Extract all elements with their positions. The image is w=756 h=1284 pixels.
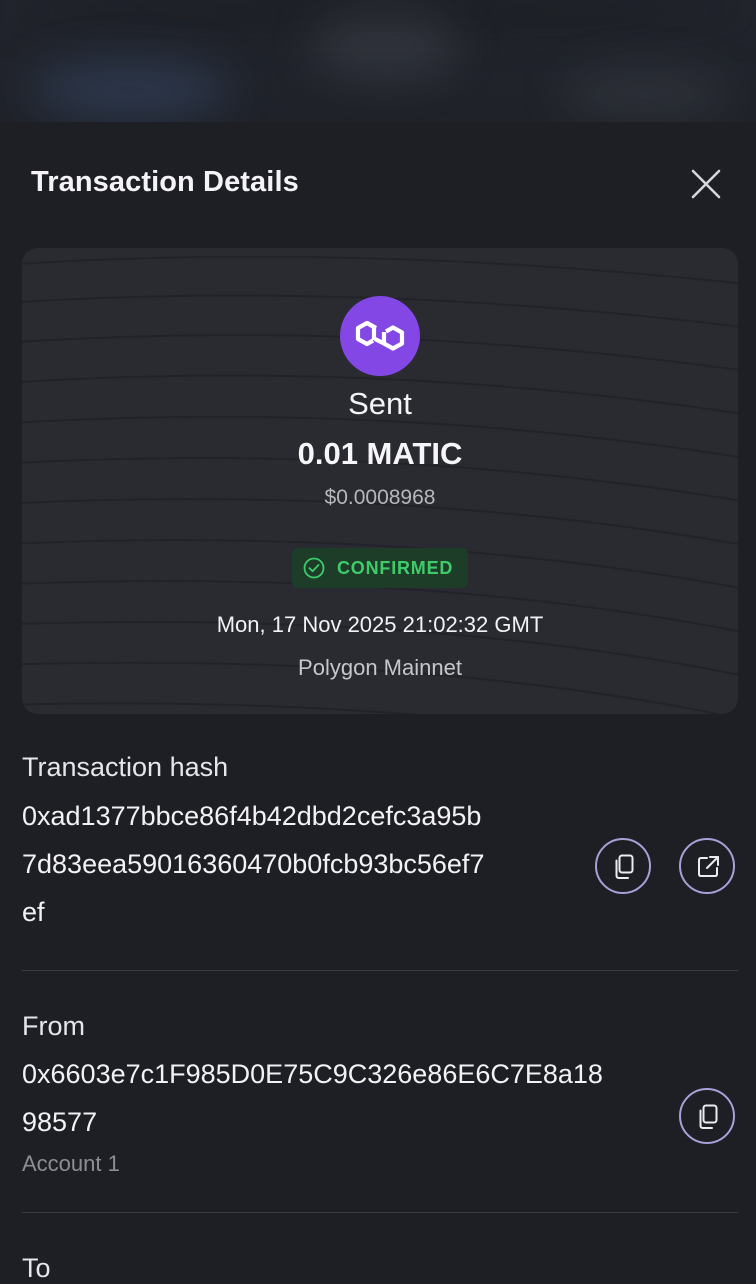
blurred-background [0, 0, 756, 122]
from-address-line-2: 98577 [22, 1107, 98, 1137]
network-name: Polygon Mainnet [298, 655, 462, 680]
section-divider [22, 970, 738, 971]
close-button[interactable] [686, 164, 726, 204]
transaction-hash-label: Transaction hash [22, 752, 229, 782]
sheet-header: Transaction Details [0, 122, 756, 248]
transaction-amount: 0.01 MATIC [297, 436, 463, 471]
status-text: CONFIRMED [337, 558, 454, 578]
copy-hash-button[interactable] [595, 838, 651, 894]
transaction-hash-line-3: ef [22, 897, 45, 927]
from-label: From [22, 1011, 85, 1041]
page-title: Transaction Details [31, 166, 299, 198]
copy-icon [615, 854, 634, 879]
from-address-line-1: 0x6603e7c1F985D0E75C9C326e86E6C7E8a18 [22, 1059, 603, 1089]
section-divider [22, 1212, 738, 1213]
transaction-details-sheet: Transaction Details Sent 0.01 MATIC $0.0… [0, 122, 756, 1284]
status-badge: CONFIRMED [292, 548, 468, 588]
copy-from-address-button[interactable] [679, 1088, 735, 1144]
polygon-logo-icon [355, 320, 405, 351]
view-on-explorer-button[interactable] [679, 838, 735, 894]
transaction-summary-card: Sent 0.01 MATIC $0.0008968 CONFIRMED Mon… [22, 248, 738, 714]
copy-icon [699, 1104, 718, 1129]
external-link-icon [698, 856, 719, 877]
from-account-name: Account 1 [22, 1151, 120, 1176]
check-circle-icon [303, 557, 325, 579]
polygon-token-icon [340, 296, 420, 376]
to-label: To [22, 1253, 51, 1283]
fiat-value: $0.0008968 [324, 486, 436, 509]
transaction-hash-line-2: 7d83eea59016360470b0fcb93bc56ef7 [22, 849, 485, 879]
transaction-timestamp: Mon, 17 Nov 2025 21:02:32 GMT [216, 612, 544, 637]
close-icon [691, 169, 721, 199]
transaction-hash-line-1: 0xad1377bbce86f4b42dbd2cefc3a95b [22, 801, 482, 831]
transaction-direction: Sent [348, 386, 412, 421]
